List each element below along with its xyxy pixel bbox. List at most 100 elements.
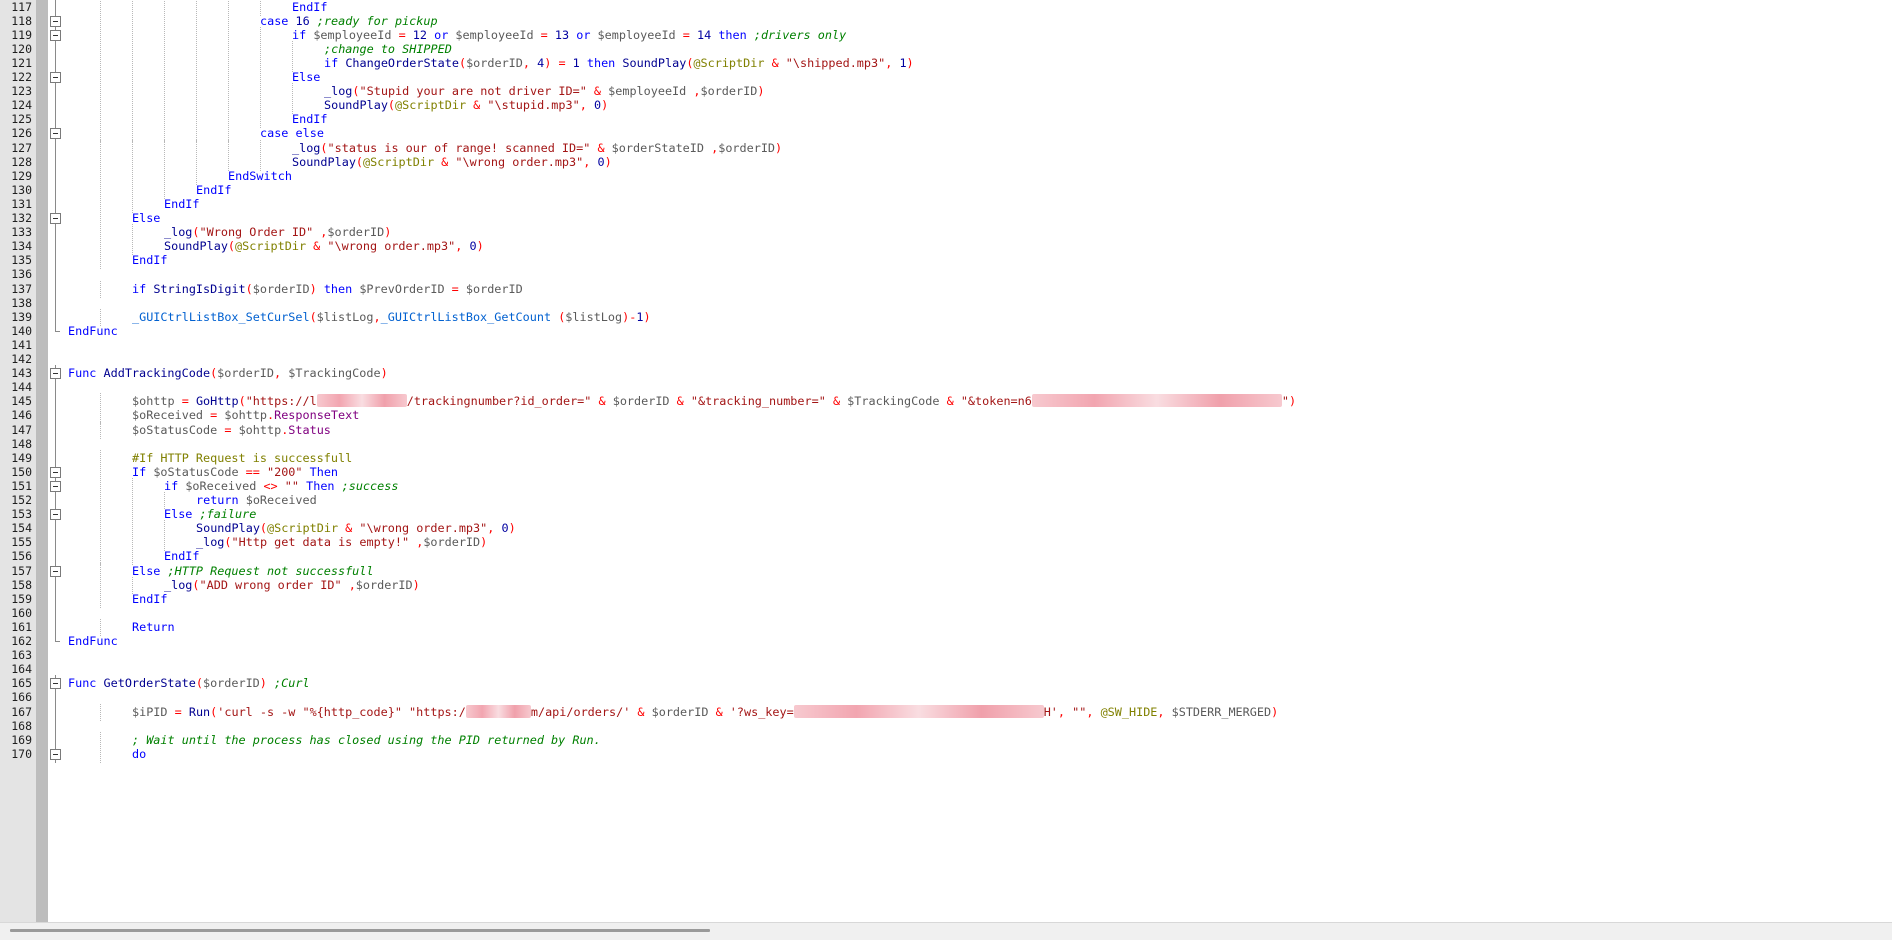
code-token: ) <box>259 676 267 691</box>
code-token: "\stupid.mp3" <box>487 98 580 113</box>
code-token: then <box>586 55 623 70</box>
code-token: ( <box>355 154 364 169</box>
code-token: , <box>1086 704 1101 719</box>
code-token: 1 <box>899 55 907 70</box>
code-token: if <box>164 478 186 493</box>
code-token: "status is our of range! scanned ID=" <box>327 140 591 155</box>
code-token: Else <box>132 211 161 225</box>
horizontal-scrollbar[interactable] <box>0 922 1892 940</box>
code-token: , <box>373 309 381 324</box>
code-token: EndIf <box>196 182 232 197</box>
code-token: $orderID <box>327 225 385 240</box>
code-token: $oReceived <box>245 493 317 507</box>
code-token: @ScriptDir <box>363 154 435 169</box>
code-token: & <box>637 704 645 719</box>
code-token: " <box>1281 394 1289 409</box>
code-token: "\wrong order.mp3" <box>359 521 488 536</box>
code-token: , <box>522 55 538 70</box>
code-token: $employeeId <box>455 27 534 42</box>
code-token: #If HTTP Request is successfull <box>132 450 353 465</box>
code-token: ChangeOrderState <box>345 55 459 70</box>
code-editor[interactable]: 117 EndIf 118 case 16 ;ready for pickup 119 i… <box>0 0 1892 922</box>
code-token: "\wrong order.mp3" <box>455 154 584 169</box>
code-token: 'curl -s -w "%{http_code}" "https:/ <box>217 704 466 719</box>
code-token: $STDERR_MERGED <box>1171 704 1272 719</box>
code-token: $employeeId <box>597 27 676 42</box>
code-token: 0 <box>597 154 605 169</box>
code-token: $orderStateID <box>611 140 704 155</box>
code-token: Run <box>188 704 211 719</box>
code-token: , <box>583 154 598 169</box>
code-token: & <box>715 704 723 719</box>
code-token: & <box>598 394 606 409</box>
code-token: $orderID <box>465 281 523 296</box>
line-number: 170 <box>11 746 32 761</box>
code-token: , <box>455 239 470 254</box>
code-token: ( <box>352 84 360 99</box>
code-token: 12 <box>412 27 427 42</box>
code-token: ;ready for pickup <box>316 13 438 28</box>
code-token: $oReceived <box>185 478 257 493</box>
code-token: EndIf <box>132 253 168 268</box>
code-token: $orderID <box>252 281 310 296</box>
code-line[interactable]: 170 do <box>0 745 1892 763</box>
code-token: "https://l <box>245 394 317 409</box>
code-token: Else <box>292 70 321 84</box>
code-token: "\shipped.mp3" <box>785 55 886 70</box>
code-token: ;failure <box>199 507 257 522</box>
code-token: ) <box>1271 704 1279 719</box>
code-token: , <box>693 84 701 99</box>
code-token: if <box>132 281 154 296</box>
code-token: , <box>274 366 289 381</box>
code-token: If <box>132 464 154 479</box>
code-token: GetOrderState <box>103 676 196 691</box>
code-token: $oStatusCode <box>132 422 218 437</box>
code-token: & <box>946 394 954 409</box>
code-token: ) <box>601 98 609 113</box>
code-token: Func <box>68 366 104 381</box>
code-token: $listLog <box>316 309 374 324</box>
code-token: $orderID <box>423 535 481 550</box>
code-token: "\wrong order.mp3" <box>327 239 456 254</box>
code-token: SoundPlay <box>622 55 687 70</box>
code-token: 0 <box>593 98 602 113</box>
code-token: & <box>593 84 602 99</box>
code-token: ) <box>508 521 516 536</box>
code-token: $oReceived <box>132 408 204 423</box>
code-token: $TrackingCode <box>847 394 940 409</box>
code-token: then <box>323 281 360 296</box>
code-token: if <box>324 55 346 70</box>
code-token: $PrevOrderID <box>359 281 445 296</box>
code-token: , <box>487 521 502 536</box>
code-token: H' <box>1043 704 1058 719</box>
code-token: & <box>676 394 684 409</box>
code-token: ( <box>238 394 246 409</box>
code-token: case <box>260 13 296 28</box>
code-token: = <box>398 27 406 42</box>
code-token: @ScriptDir <box>235 239 307 254</box>
code-token: $orderID <box>612 394 670 409</box>
code-token: ;drivers only <box>753 27 847 42</box>
redacted-blur <box>793 704 1044 718</box>
code-token: if <box>292 27 314 42</box>
scrollbar-thumb[interactable] <box>10 929 710 932</box>
code-token: Status <box>288 422 331 437</box>
fold-toggle-icon[interactable] <box>50 745 61 763</box>
code-token: ) <box>643 309 651 324</box>
code-token: EndIf <box>292 112 328 127</box>
code-token: "Wrong Order ID" <box>199 225 314 240</box>
code-token: or <box>434 27 456 42</box>
